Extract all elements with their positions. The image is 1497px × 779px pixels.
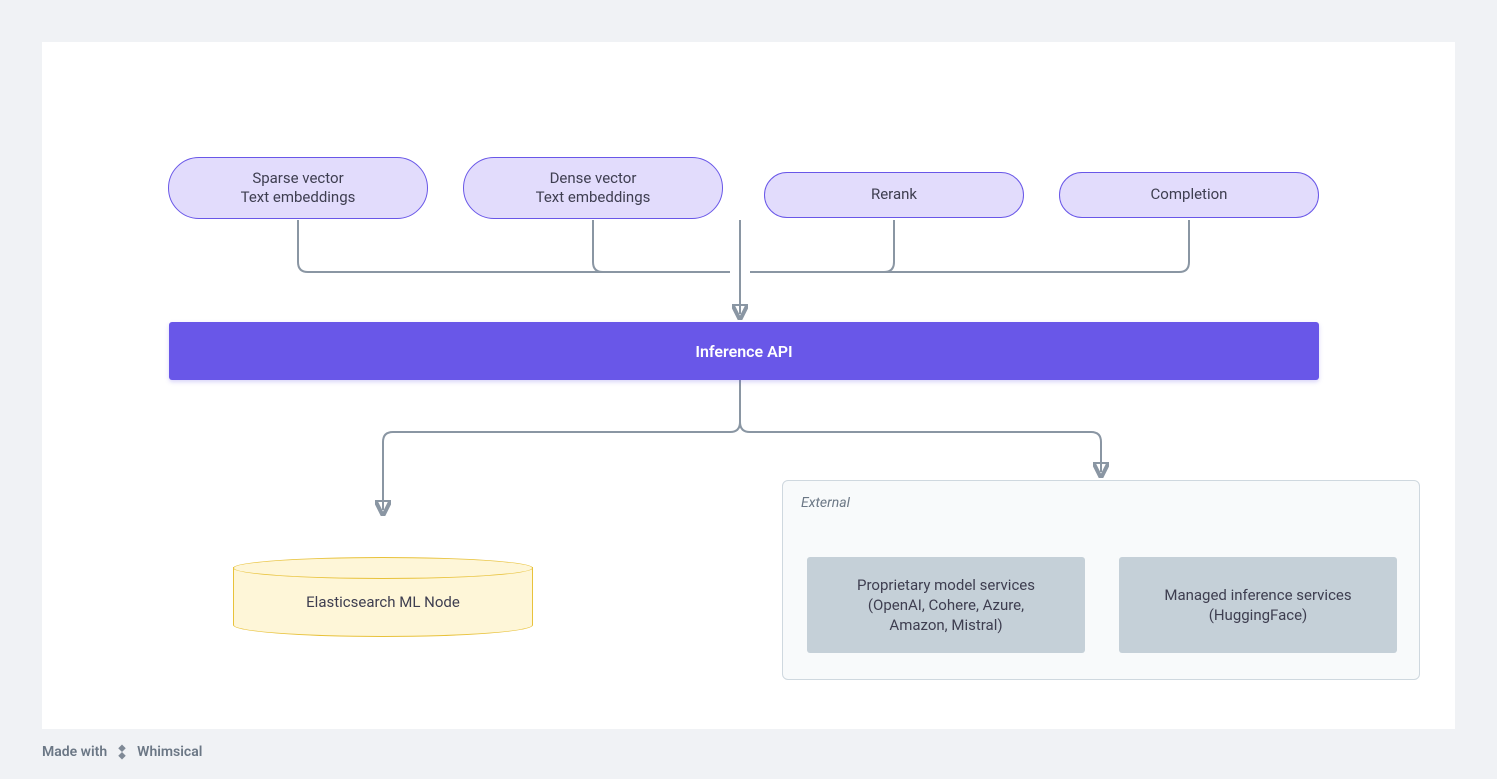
input-pill-sparse-vector: Sparse vector Text embeddings: [168, 157, 428, 219]
input-pill-completion: Completion: [1059, 172, 1319, 218]
ext-box-line3: Amazon, Mistral): [889, 615, 1002, 635]
ext-box-line2: (HuggingFace): [1209, 605, 1308, 625]
pill-line2: Text embeddings: [241, 188, 356, 208]
pill-line2: Text embeddings: [536, 188, 651, 208]
input-pill-dense-vector: Dense vector Text embeddings: [463, 157, 723, 219]
external-label: External: [801, 495, 850, 511]
pill-line1: Dense vector: [550, 169, 637, 189]
diagram-canvas: Sparse vector Text embeddings Dense vect…: [42, 42, 1455, 729]
external-box-proprietary: Proprietary model services (OpenAI, Cohe…: [807, 557, 1085, 653]
external-box-managed: Managed inference services (HuggingFace): [1119, 557, 1397, 653]
whimsical-logo-icon: [113, 743, 131, 761]
pill-line1: Sparse vector: [252, 169, 343, 189]
ext-box-line1: Managed inference services: [1164, 585, 1351, 605]
made-with-text: Made with: [42, 744, 107, 760]
cylinder-label: Elasticsearch ML Node: [306, 593, 460, 611]
made-with-credit: Made with Whimsical: [42, 743, 202, 761]
ext-box-line2: (OpenAI, Cohere, Azure,: [868, 595, 1024, 615]
pill-line1: Completion: [1151, 185, 1228, 205]
elasticsearch-ml-node-cylinder: Elasticsearch ML Node: [233, 557, 533, 637]
bar-label: Inference API: [695, 342, 792, 361]
cylinder-top: [233, 557, 533, 579]
external-container: External Proprietary model services (Ope…: [782, 480, 1420, 680]
ext-box-line1: Proprietary model services: [857, 575, 1035, 595]
inference-api-bar: Inference API: [169, 322, 1319, 380]
brand-text: Whimsical: [137, 744, 202, 760]
pill-line1: Rerank: [871, 185, 917, 205]
input-pill-rerank: Rerank: [764, 172, 1024, 218]
